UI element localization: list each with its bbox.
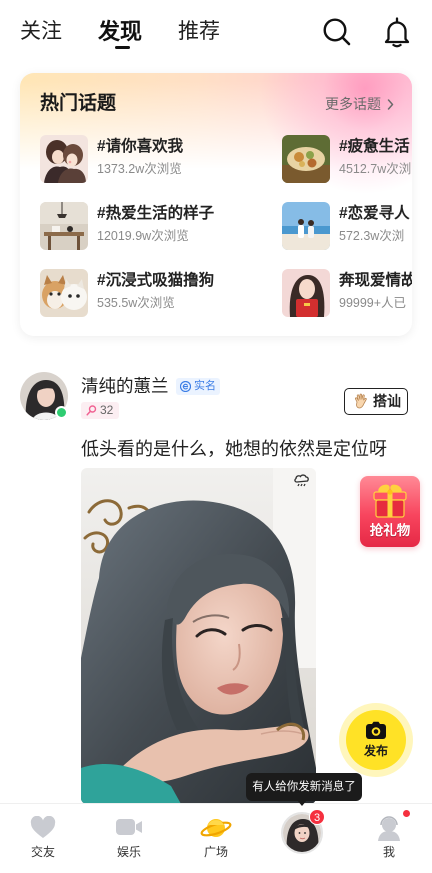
verified-icon	[180, 381, 191, 392]
topic-views: 99999+人已	[339, 296, 407, 310]
tab-follow[interactable]: 关注	[20, 17, 62, 47]
planet-icon	[200, 819, 232, 837]
gift-box-icon	[373, 484, 407, 518]
topic-title: #沉浸式吸猫撸狗	[97, 272, 215, 289]
post-photo[interactable]	[81, 468, 316, 804]
topic-views: 4512.7w次浏	[339, 162, 412, 176]
topic-item[interactable]: #热爱生活的样子 12019.9w次浏览	[40, 202, 270, 252]
post-caption: 低头看的是什么，她想的依然是定位呀	[81, 439, 387, 459]
nav-label-square: 广场	[203, 845, 228, 859]
active-tab-indicator	[115, 46, 130, 49]
hot-topics-card: 热门话题 更多话题 #请你喜欢我 1373.2w次浏览 #疲惫生活 4512.7…	[20, 73, 412, 336]
grab-gift-label: 抢礼物	[369, 523, 411, 538]
topic-views: 1373.2w次浏览	[97, 162, 182, 176]
nav-label-friends: 交友	[30, 845, 55, 859]
bottom-nav: 交友 娱乐 广场 我	[0, 803, 432, 873]
nav-item-entertainment[interactable]: 娱乐	[99, 804, 159, 873]
topic-title: #恋爱寻人	[339, 205, 410, 222]
publish-button[interactable]: 发布	[346, 710, 406, 770]
topic-views: 572.3w次浏	[339, 229, 405, 243]
verified-badge: 实名	[176, 378, 220, 395]
topic-thumbnail	[282, 135, 330, 183]
topic-thumbnail	[282, 202, 330, 250]
nav-item-me[interactable]: 我	[359, 804, 419, 873]
new-message-toast[interactable]: 有人给你发新消息了	[246, 773, 362, 801]
topic-item[interactable]: 奔现爱情故 99999+人已	[282, 269, 412, 319]
tab-recommend[interactable]: 推荐	[178, 17, 220, 47]
topic-title: #热爱生活的样子	[97, 205, 215, 222]
nav-item-friends[interactable]: 交友	[13, 804, 73, 873]
topic-item[interactable]: #沉浸式吸猫撸狗 535.5w次浏览	[40, 269, 270, 319]
topic-item[interactable]: #请你喜欢我 1373.2w次浏览	[40, 135, 270, 185]
heart-icon	[30, 816, 56, 838]
topic-item[interactable]: #疲惫生活 4512.7w次浏	[282, 135, 412, 185]
new-message-toast-text: 有人给你发新消息了	[252, 781, 356, 793]
topic-thumbnail	[40, 202, 88, 250]
nav-label-me: 我	[382, 845, 395, 859]
topic-views: 535.5w次浏览	[97, 296, 175, 310]
grab-gift-button[interactable]: 抢礼物	[360, 476, 420, 547]
nav-label-entertainment: 娱乐	[116, 845, 141, 859]
greet-button[interactable]: 搭讪	[344, 388, 408, 415]
greet-button-label: 搭讪	[373, 393, 401, 409]
search-icon[interactable]	[322, 17, 352, 47]
topic-title: #疲惫生活	[339, 138, 410, 155]
chevron-right-icon[interactable]	[387, 99, 394, 110]
unread-messages-badge: 3	[309, 809, 325, 825]
topic-thumbnail	[40, 269, 88, 317]
topic-item[interactable]: #恋爱寻人 572.3w次浏	[282, 202, 412, 252]
topic-title: #请你喜欢我	[97, 138, 184, 155]
level-icon	[86, 405, 97, 416]
level-value: 32	[100, 403, 114, 417]
online-status-dot	[55, 406, 68, 419]
topic-views: 12019.9w次浏览	[97, 229, 189, 243]
nav-item-square[interactable]: 广场	[186, 804, 246, 873]
toast-pointer	[297, 800, 307, 806]
more-topics-link[interactable]: 更多话题	[325, 94, 381, 114]
level-badge: 32	[81, 402, 119, 419]
topic-thumbnail	[282, 269, 330, 317]
bell-icon[interactable]	[382, 16, 412, 48]
person-icon	[378, 816, 400, 841]
topic-thumbnail	[40, 135, 88, 183]
video-camera-icon	[116, 819, 142, 835]
wave-hand-icon	[354, 393, 367, 409]
camera-icon	[366, 721, 386, 739]
hot-topics-title: 热门话题	[40, 93, 117, 114]
tab-discover[interactable]: 发现	[98, 17, 142, 47]
me-unread-dot	[403, 810, 410, 817]
verified-label: 实名	[194, 380, 216, 392]
topic-title: 奔现爱情故	[339, 272, 412, 289]
author-name[interactable]: 清纯的蕙兰	[81, 374, 169, 398]
publish-label: 发布	[363, 744, 388, 758]
